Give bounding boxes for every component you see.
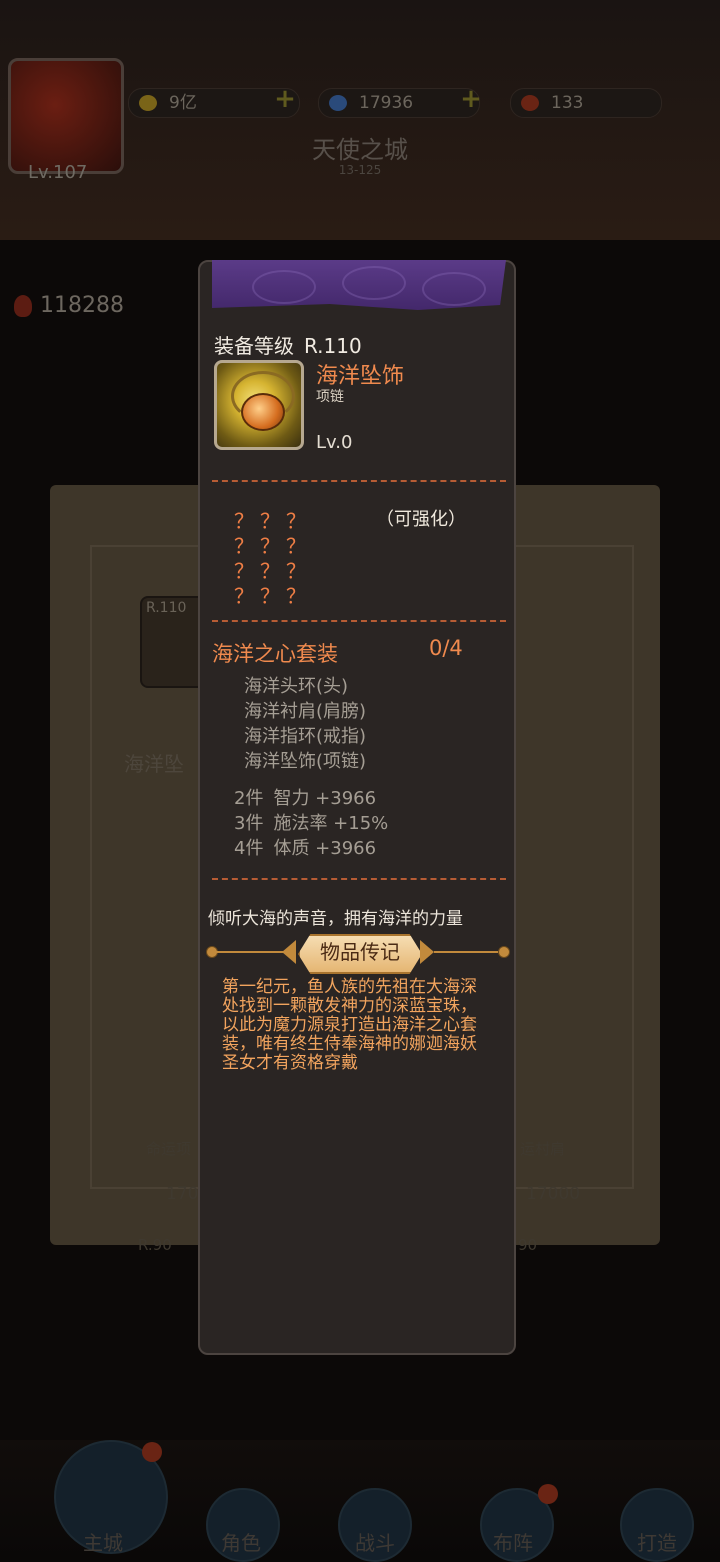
lore-ornament [498,946,510,958]
set-bonus-text: 智力 +3966 [273,788,377,809]
combat-power: 118288 [14,293,124,318]
lore-arrow-left-icon [282,940,296,964]
fate-left: 命运项 [146,1140,192,1158]
notification-dot [142,1442,162,1462]
lore-line [216,951,286,953]
nav-battle[interactable]: 战斗 [330,1527,420,1556]
slot-rank: R.110 [146,600,187,616]
nav-formation[interactable]: 布阵 [468,1527,558,1556]
bottom-nav: 主城 角色 战斗 布阵 打造 [0,1440,720,1562]
equipment-level: 装备等级 R.110 [214,330,362,359]
item-description: 倾听大海的声音，拥有海洋的力量 [208,909,463,929]
gold-value: 9亿 [169,93,197,113]
set-title: 海洋之心套装 [212,642,338,666]
item-icon [214,360,304,450]
divider [212,480,506,482]
divider [212,620,506,622]
set-piece: 海洋指环(戒指) [244,726,367,747]
value-right: 17000 [526,1184,581,1204]
item-type: 项链 [316,389,344,405]
banner-ornament [342,266,406,300]
set-bonus-count: 2件 [234,788,264,809]
item-level: Lv.0 [316,432,353,453]
equipment-level-label: 装备等级 [214,334,294,358]
nav-role[interactable]: 角色 [196,1527,286,1556]
lore-text: 第一纪元，鱼人族的先祖在大海深处找到一颗散发神力的深蓝宝珠，以此为魔力源泉打造出… [222,977,477,1073]
set-progress: 0/4 [429,636,463,660]
set-bonus-text: 施法率 +15% [273,813,389,834]
add-diamond-button[interactable]: + [458,86,484,112]
lore-header: 物品传记 [206,934,510,974]
rank-right: 90 [518,1236,538,1254]
notification-dot [538,1484,558,1504]
pendant-icon [241,393,285,431]
enhance-note: （可强化） [376,509,466,530]
banner-ornament [422,272,486,306]
value-left: 170 [166,1184,199,1204]
flame-icon [521,95,539,111]
city-name: 天使之城 [312,136,408,164]
set-bonus: 4件 体质 +3966 [234,834,386,860]
banner-ornament [252,270,316,304]
flame-value: 133 [551,93,584,113]
set-bonus-count: 3件 [234,813,264,834]
flame-resource: 133 [510,88,662,118]
power-value: 118288 [40,293,124,318]
diamond-resource: 17936 [318,88,480,118]
fate-right: 运村肩 [520,1140,566,1158]
nav-main-city[interactable]: 主城 [58,1527,148,1556]
set-bonus-text: 体质 +3966 [273,838,377,859]
gold-icon [139,95,157,111]
set-bonus: 3件 施法率 +15% [234,809,398,835]
set-piece: 海洋坠饰(项链) [244,751,367,772]
add-gold-button[interactable]: + [272,86,298,112]
item-tooltip: 装备等级 R.110 海洋坠饰 项链 Lv.0 ？？？ ？？？ ？？？ ？？？ （… [198,260,516,1355]
item-label-partial: 海洋坠 [124,752,184,776]
lore-line [434,951,498,953]
set-piece: 海洋头环(头) [244,676,349,697]
power-icon [14,295,32,317]
rank-left: R.90 [138,1236,172,1254]
lore-title: 物品传记 [298,934,422,974]
lore-arrow-right-icon [420,940,434,964]
nav-forge[interactable]: 打造 [612,1527,702,1556]
unknown-stat: ？？？ [234,584,312,608]
set-bonus-count: 4件 [234,838,264,859]
diamond-value: 17936 [359,93,414,113]
set-bonus: 2件 智力 +3966 [234,784,386,810]
diamond-icon [329,95,347,111]
divider [212,878,506,880]
city-stage: 13-125 [338,163,382,177]
equipment-level-value: R.110 [304,334,362,358]
tooltip-banner [212,260,506,310]
set-piece: 海洋衬肩(肩膀) [244,701,367,722]
